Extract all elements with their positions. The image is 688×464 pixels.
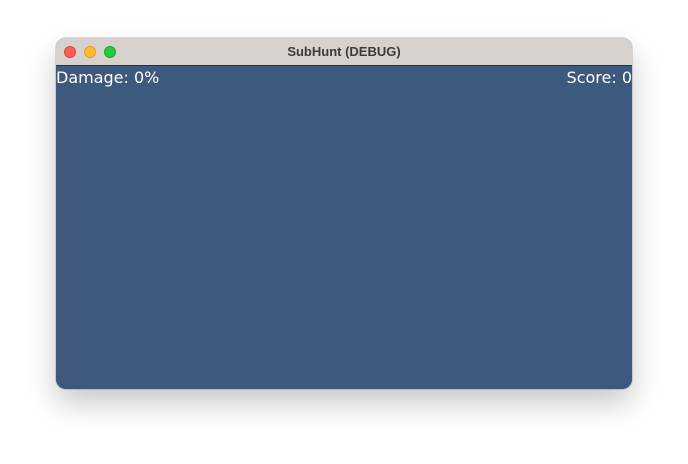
game-canvas[interactable]: Damage: 0% Score: 0 bbox=[56, 66, 632, 389]
app-window: SubHunt (DEBUG) Damage: 0% Score: 0 bbox=[56, 38, 632, 389]
window-title: SubHunt (DEBUG) bbox=[287, 44, 401, 59]
damage-readout: Damage: 0% bbox=[56, 68, 160, 87]
score-readout: Score: 0 bbox=[566, 68, 632, 87]
title-bar[interactable]: SubHunt (DEBUG) bbox=[56, 38, 632, 66]
